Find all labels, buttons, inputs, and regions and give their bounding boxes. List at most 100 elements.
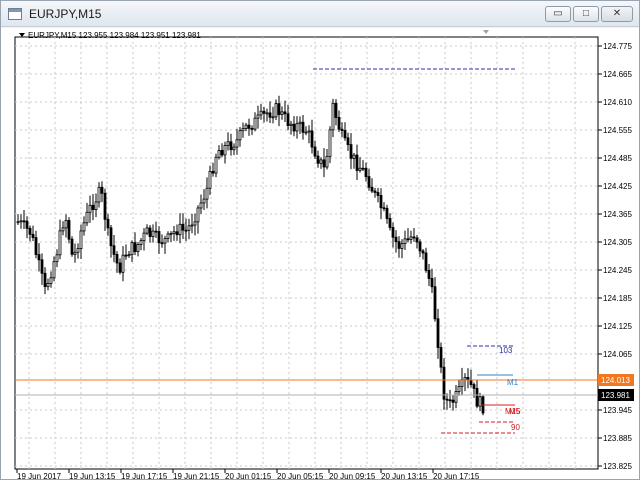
candle-body <box>61 227 65 232</box>
candle-body <box>148 227 152 237</box>
candle-body <box>331 102 335 131</box>
chart-menu-icon[interactable] <box>19 33 25 37</box>
candle-body <box>307 130 311 133</box>
candle-body <box>364 167 368 177</box>
candle-body <box>109 227 113 247</box>
candle-body <box>478 396 482 407</box>
candle-body <box>94 201 98 210</box>
candle-body <box>442 366 446 400</box>
candle-body <box>475 387 479 407</box>
level-label: 103 <box>499 346 513 355</box>
price-label: 124.425 <box>603 182 632 191</box>
candle-body <box>382 207 386 210</box>
candle-body <box>118 262 122 273</box>
candle-body <box>325 155 329 168</box>
candle-body <box>355 154 359 171</box>
time-axis: 19 Jun 2017 19 Jun 13:15 19 Jun 17:15 19 Ju… <box>16 469 480 480</box>
candle-body <box>76 248 80 253</box>
candle-body <box>172 231 176 234</box>
price-label: 123.825 <box>603 462 632 471</box>
level-lines: 103M1M15M590 <box>15 68 598 434</box>
candle-body <box>241 128 245 132</box>
candle-body <box>115 253 119 264</box>
candle-body <box>40 259 44 274</box>
price-label: 124.365 <box>603 210 632 219</box>
candle-body <box>268 112 272 118</box>
candle-body <box>160 242 164 245</box>
price-chart[interactable]: 103M1M15M590 124.775124.665124.610124.55… <box>1 1 640 480</box>
candle-body <box>187 225 191 231</box>
candle-body <box>34 237 38 255</box>
candle-body <box>469 379 473 385</box>
candle-body <box>58 230 62 256</box>
candle-body <box>286 113 290 126</box>
price-label: 124.125 <box>603 322 632 331</box>
candle-body <box>169 233 173 235</box>
candle-body <box>433 286 437 320</box>
candle-body <box>406 238 410 241</box>
time-label: 20 Jun 05:15 <box>277 472 324 480</box>
candle-body <box>385 207 389 219</box>
candle-body <box>250 127 254 130</box>
candle-body <box>70 238 74 255</box>
candle-body <box>16 221 20 224</box>
candle-body <box>31 233 35 238</box>
candle-body <box>436 318 440 348</box>
candle-body <box>67 220 71 240</box>
candle-body <box>316 155 320 164</box>
candle-body <box>391 227 395 238</box>
candle-body <box>412 236 416 239</box>
candle-body <box>238 130 242 141</box>
candle-body <box>445 398 449 401</box>
candle-body <box>463 377 467 381</box>
candle-body <box>178 223 182 236</box>
price-label: 124.775 <box>603 42 632 51</box>
price-label: 124.665 <box>603 70 632 79</box>
candle-body <box>22 220 26 223</box>
candle-body <box>280 111 284 115</box>
candle-body <box>208 170 212 189</box>
candle-body <box>205 187 209 200</box>
candle-body <box>424 252 428 271</box>
candle-body <box>295 123 299 132</box>
candle-body <box>451 399 455 403</box>
candle-body <box>430 278 434 288</box>
candle-body <box>346 137 350 146</box>
candle-body <box>196 207 200 223</box>
candle-body <box>28 227 32 235</box>
candle-body <box>226 141 230 146</box>
candle-body <box>418 241 422 252</box>
candle-body <box>112 245 116 255</box>
candle-body <box>166 233 170 240</box>
candle-body <box>136 244 140 253</box>
candle-body <box>262 110 266 114</box>
candle-body <box>253 117 257 130</box>
candle-body <box>214 156 218 174</box>
time-label: 19 Jun 17:15 <box>121 472 168 480</box>
candle-body <box>244 124 248 129</box>
candle-body <box>193 221 197 226</box>
chart-window: EURJPY,M15 ▭ □ ✕ 103 M1 M15 M5 90 124.775 124… <box>0 0 640 480</box>
candle-body <box>379 195 383 209</box>
candle-body <box>52 261 56 279</box>
candle-body <box>319 159 323 164</box>
candle-body <box>106 218 110 229</box>
level-label: 90 <box>511 423 520 432</box>
time-label: 19 Jun 21:15 <box>173 472 220 480</box>
candle-body <box>151 230 155 237</box>
candle-body <box>340 128 344 131</box>
price-label: 124.555 <box>603 126 632 135</box>
price-label: 124.305 <box>603 238 632 247</box>
candle-body <box>127 254 131 257</box>
candle-body <box>19 220 23 223</box>
candle-body <box>328 129 332 157</box>
candle-body <box>337 117 341 130</box>
candle-body <box>181 223 185 231</box>
time-label: 20 Jun 01:15 <box>225 472 272 480</box>
candle-body <box>358 167 362 171</box>
candle-body <box>73 251 77 255</box>
candle-body <box>145 227 149 234</box>
candle-body <box>301 121 305 133</box>
candle-body <box>271 116 275 119</box>
candle-body <box>454 391 458 403</box>
